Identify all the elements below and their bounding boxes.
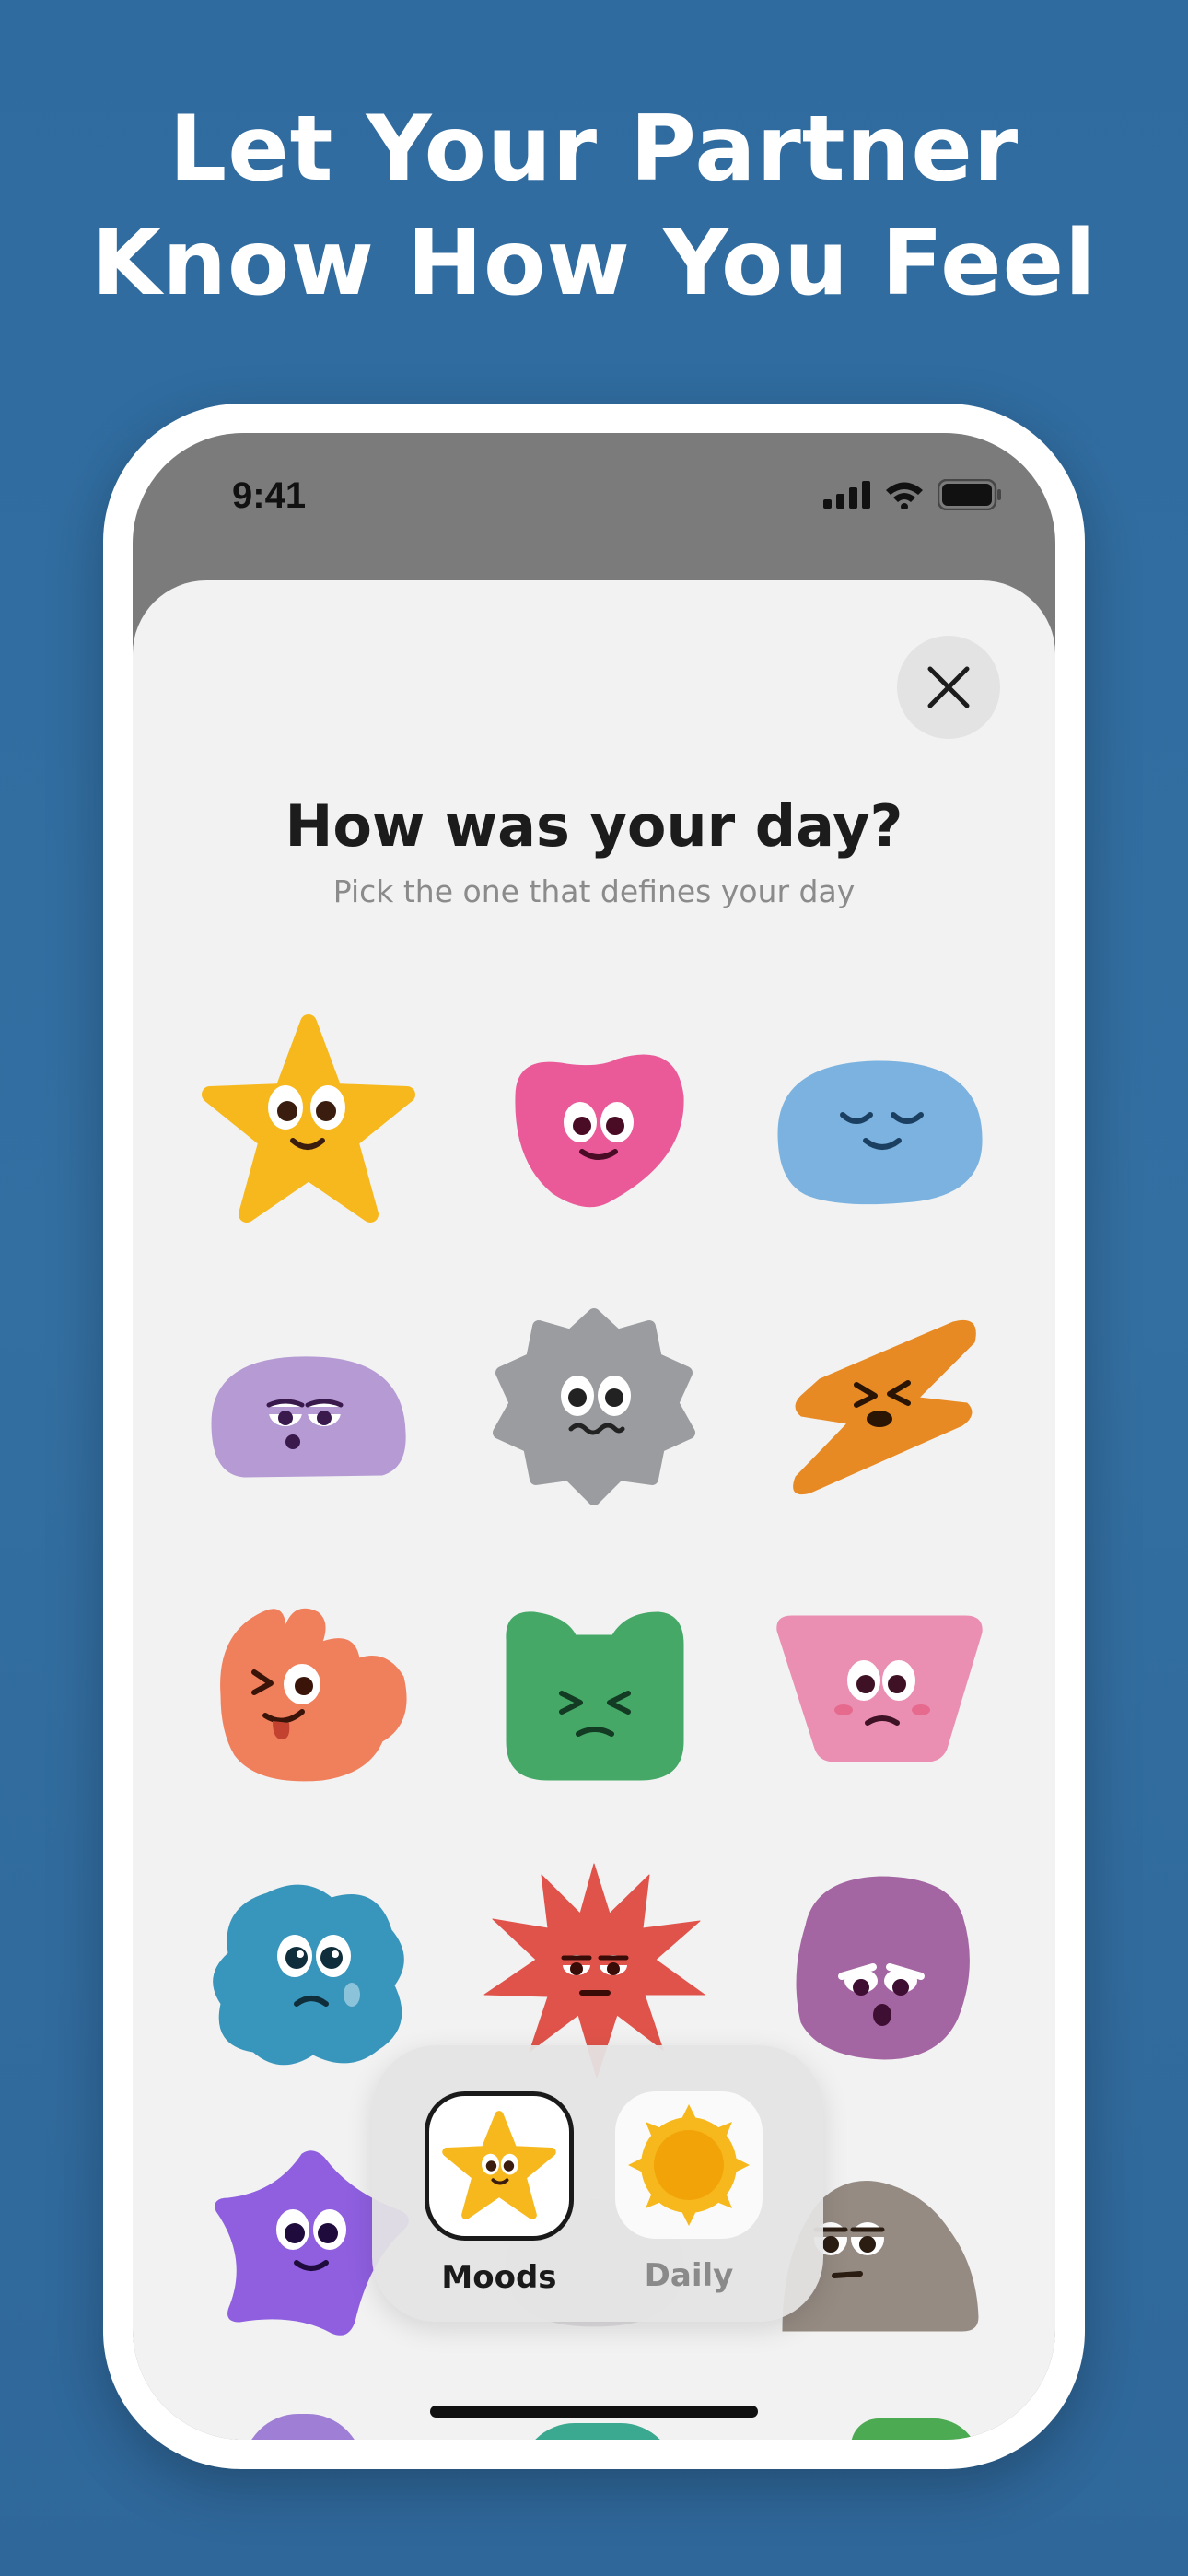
mood-worried-gear[interactable]	[479, 1294, 709, 1525]
headline-line-1: Let Your Partner	[169, 97, 1019, 202]
tab-daily-tile	[615, 2091, 763, 2239]
close-icon	[927, 666, 970, 708]
angry-bolt-mood-icon	[793, 1319, 976, 1495]
battery-icon	[938, 479, 1001, 510]
tired-blob-mood-icon	[211, 1356, 406, 1478]
mood-upset-squircle[interactable]	[764, 1856, 995, 2087]
sad-cloud-mood-icon	[213, 1884, 404, 2066]
awkward-trapezoid-mood-icon	[776, 1615, 983, 1762]
tab-moods-label: Moods	[441, 2259, 557, 2296]
silly-flower-mood-icon	[220, 1608, 407, 1782]
mood-tired-blob[interactable]	[193, 1294, 424, 1525]
tab-moods-tile	[425, 2091, 574, 2241]
phone-frame: 9:41 How was your day? Pick the one that…	[103, 404, 1085, 2469]
mood-star[interactable]	[193, 1013, 424, 1244]
mood-frustrated-cat[interactable]	[479, 1575, 709, 1806]
sheet-subtitle: Pick the one that defines your day	[332, 873, 856, 909]
mood-peek-left	[243, 2414, 363, 2440]
home-indicator[interactable]	[430, 2406, 758, 2418]
star-mood-icon	[202, 1014, 415, 1223]
heart-mood-icon	[515, 1054, 684, 1208]
calm-blob-mood-icon	[777, 1060, 983, 1205]
mood-heart[interactable]	[479, 1013, 709, 1244]
close-button[interactable]	[897, 636, 1000, 739]
sun-icon	[628, 2104, 750, 2226]
bottom-tab-bar: Moods Daily	[372, 2045, 823, 2322]
mood-peek-center	[519, 2423, 676, 2440]
tab-moods[interactable]: Moods	[424, 2091, 575, 2296]
mood-silly-flower[interactable]	[193, 1575, 424, 1806]
headline-line-2: Know How You Feel	[91, 211, 1097, 316]
status-icons	[823, 479, 1002, 510]
worried-gear-mood-icon	[493, 1308, 695, 1505]
tab-daily[interactable]: Daily	[613, 2091, 764, 2294]
mood-sheet: How was your day? Pick the one that defi…	[133, 580, 1055, 2440]
signal-icon	[823, 481, 870, 509]
mood-angry-bolt[interactable]	[764, 1294, 995, 1525]
status-bar: 9:41	[133, 433, 1055, 571]
headline: Let Your Partner Know How You Feel	[0, 92, 1188, 321]
mood-calm-blob[interactable]	[764, 1013, 995, 1244]
phone-screen: 9:41 How was your day? Pick the one that…	[133, 433, 1055, 2440]
sheet-title: How was your day?	[285, 792, 903, 860]
frustrated-cat-mood-icon	[506, 1611, 684, 1781]
mood-peek-right	[851, 2418, 980, 2440]
wifi-icon	[886, 482, 923, 509]
mood-awkward-trapezoid[interactable]	[764, 1575, 995, 1806]
status-time: 9:41	[232, 475, 307, 516]
mood-sad-cloud[interactable]	[193, 1856, 424, 2087]
star-mood-icon	[442, 2111, 556, 2219]
tab-daily-label: Daily	[644, 2257, 734, 2294]
upset-squircle-mood-icon	[796, 1876, 970, 2060]
